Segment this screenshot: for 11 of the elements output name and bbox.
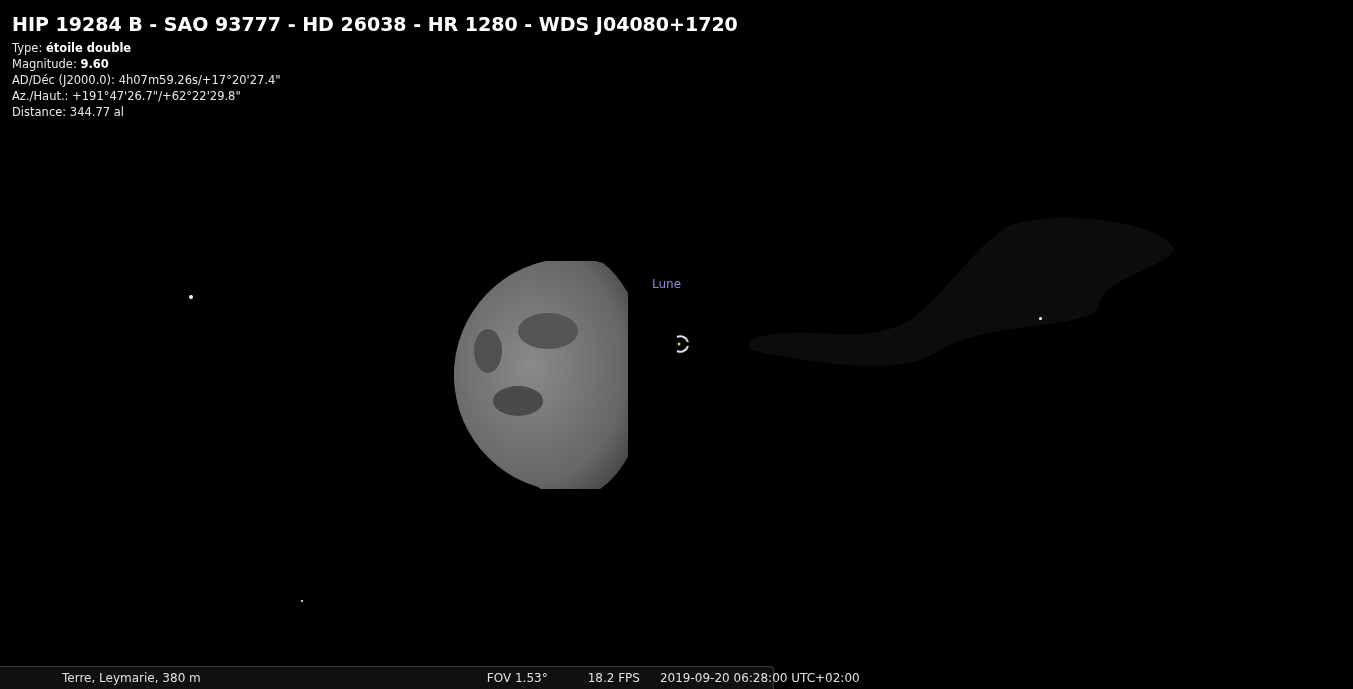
datetime-text: 2019-09-20 06:28:00 UTC+02:00: [659, 671, 860, 685]
moon-label: Lune: [652, 277, 682, 291]
fov-text: FOV 1.53°: [486, 671, 548, 685]
fps-text: 18.2 FPS: [587, 671, 640, 685]
info-line: Az./Haut.: +191°47'26.7"/+62°22'29.8": [12, 88, 242, 104]
info-line: Type: étoile double: [12, 40, 133, 56]
info-line: Magnitude: 9.60: [12, 56, 110, 72]
object-title: HIP 19284 B - SAO 93777 - HD 26038 - HR 1280 - WDS J04080+1720: [12, 12, 739, 36]
info-line: AD/Déc (J2000.0): 4h07m59.26s/+17°20'27.4": [12, 72, 282, 88]
location-text: Terre, Leymarie, 380 m: [62, 671, 201, 685]
info-line: Distance: 344.77 al: [12, 104, 125, 120]
